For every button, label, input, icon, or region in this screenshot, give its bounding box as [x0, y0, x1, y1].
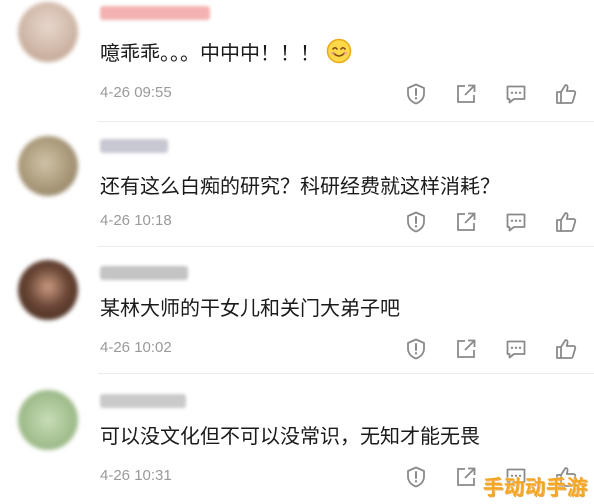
- username-blurred[interactable]: [100, 394, 186, 408]
- comment-actions: [402, 208, 582, 236]
- report-icon[interactable]: [402, 208, 430, 236]
- like-icon[interactable]: [552, 335, 580, 363]
- like-icon[interactable]: [552, 208, 580, 236]
- timestamp: 4-26 10:18: [100, 212, 172, 229]
- avatar[interactable]: [18, 390, 78, 450]
- timestamp: 4-26 09:55: [100, 84, 172, 101]
- comment-item: 噫乖乖。。。中中中！！！ 4-26 09:55: [0, 0, 594, 124]
- comment-text: 某林大师的干女儿和关门大弟子吧: [100, 296, 400, 320]
- username-blurred[interactable]: [100, 6, 210, 20]
- timestamp: 4-26 10:02: [100, 339, 172, 356]
- reply-icon[interactable]: [502, 80, 530, 108]
- reply-icon[interactable]: [502, 208, 530, 236]
- comment-text: 还有这么白痴的研究？科研经费就这样消耗？: [100, 174, 500, 198]
- avatar[interactable]: [18, 136, 78, 196]
- report-icon[interactable]: [402, 335, 430, 363]
- username-blurred[interactable]: [100, 266, 188, 280]
- avatar[interactable]: [18, 2, 78, 62]
- watermark-logo: 手动动手游: [483, 475, 588, 499]
- divider: [98, 121, 594, 122]
- avatar[interactable]: [18, 260, 78, 320]
- like-icon[interactable]: [552, 80, 580, 108]
- forward-icon[interactable]: [452, 208, 480, 236]
- timestamp: 4-26 10:31: [100, 467, 172, 484]
- reply-icon[interactable]: [502, 335, 530, 363]
- comment-actions: [402, 80, 582, 108]
- comment-actions: [402, 335, 582, 363]
- report-icon[interactable]: [402, 463, 430, 491]
- comment-text-content: 噫乖乖。。。中中中！！！: [100, 41, 320, 65]
- comment-text: 可以没文化但不可以没常识，无知才能无畏: [100, 424, 480, 448]
- comment-item: 某林大师的干女儿和关门大弟子吧 4-26 10:02: [0, 248, 594, 372]
- forward-icon[interactable]: [452, 80, 480, 108]
- divider: [98, 246, 594, 247]
- comment-text: 噫乖乖。。。中中中！！！: [100, 38, 352, 71]
- comment-item: 还有这么白痴的研究？科研经费就这样消耗？ 4-26 10:18: [0, 124, 594, 248]
- username-blurred[interactable]: [100, 139, 168, 153]
- smile-emoji-icon: [326, 38, 352, 71]
- forward-icon[interactable]: [452, 335, 480, 363]
- report-icon[interactable]: [402, 80, 430, 108]
- forward-icon[interactable]: [452, 463, 480, 491]
